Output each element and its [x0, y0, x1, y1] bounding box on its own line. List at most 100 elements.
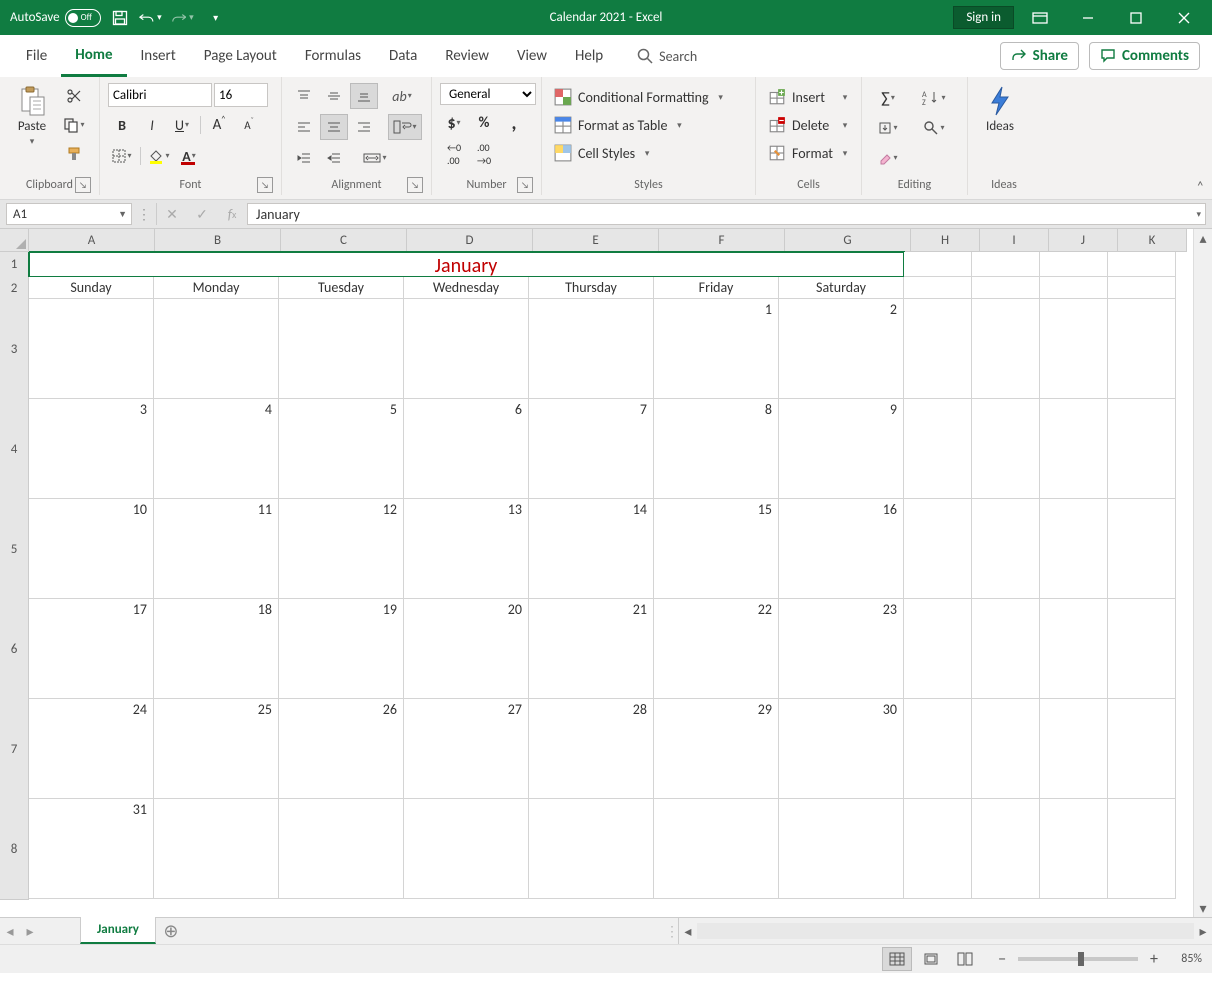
save-icon[interactable]: [107, 5, 133, 31]
cell-C2[interactable]: Tuesday: [279, 277, 404, 299]
col-header-J[interactable]: J: [1049, 229, 1118, 252]
wrap-text-button[interactable]: ▾: [388, 114, 422, 140]
cell-A2[interactable]: Sunday: [29, 277, 154, 299]
conditional-formatting-button[interactable]: Conditional Formatting▾: [550, 85, 731, 109]
borders-button[interactable]: ▾: [108, 143, 136, 169]
cell-H2[interactable]: [904, 277, 972, 299]
cell-E2[interactable]: Thursday: [529, 277, 654, 299]
cell-I5[interactable]: [972, 499, 1040, 599]
font-color-button[interactable]: A▾: [175, 143, 203, 169]
sort-filter-button[interactable]: AZ▾: [916, 85, 952, 111]
align-right-button[interactable]: [350, 114, 378, 140]
align-left-button[interactable]: [290, 114, 318, 140]
cell-G5[interactable]: 16: [779, 499, 904, 599]
col-header-I[interactable]: I: [980, 229, 1049, 252]
cell-E8[interactable]: [529, 799, 654, 899]
cell-H4[interactable]: [904, 399, 972, 499]
scroll-up-button[interactable]: ▴: [1194, 229, 1212, 247]
merge-center-button[interactable]: ▾: [358, 145, 392, 171]
cell-I1[interactable]: [972, 252, 1040, 277]
cell-C7[interactable]: 26: [279, 699, 404, 799]
align-middle-button[interactable]: [320, 83, 348, 109]
underline-button[interactable]: U▾: [168, 112, 196, 138]
page-break-view-button[interactable]: [950, 947, 980, 971]
italic-button[interactable]: I: [138, 112, 166, 138]
percent-format-button[interactable]: %: [470, 110, 498, 136]
scroll-right-button[interactable]: ▸: [1194, 918, 1212, 944]
font-name-input[interactable]: [108, 83, 212, 107]
tab-data[interactable]: Data: [375, 35, 431, 77]
col-header-H[interactable]: H: [911, 229, 980, 252]
cell-J2[interactable]: [1040, 277, 1108, 299]
cell-J3[interactable]: [1040, 299, 1108, 399]
cell-K8[interactable]: [1108, 799, 1176, 899]
insert-cells-button[interactable]: Insert▾: [764, 85, 855, 109]
cell-E4[interactable]: 7: [529, 399, 654, 499]
cell-C8[interactable]: [279, 799, 404, 899]
decrease-indent-button[interactable]: [290, 145, 318, 171]
col-header-K[interactable]: K: [1118, 229, 1187, 252]
accounting-format-button[interactable]: $▾: [440, 110, 468, 136]
fill-button[interactable]: ▾: [870, 115, 906, 141]
cell-A5[interactable]: 10: [29, 499, 154, 599]
cell-A8[interactable]: 31: [29, 799, 154, 899]
number-format-select[interactable]: General: [440, 83, 536, 105]
name-box[interactable]: A1▼: [6, 203, 132, 225]
find-select-button[interactable]: ▾: [916, 115, 952, 141]
cell-I4[interactable]: [972, 399, 1040, 499]
comments-button[interactable]: Comments: [1089, 42, 1200, 70]
select-all-corner[interactable]: [0, 229, 29, 252]
row-header-8[interactable]: 8: [0, 799, 29, 900]
cell-B3[interactable]: [154, 299, 279, 399]
cell-I8[interactable]: [972, 799, 1040, 899]
vertical-scrollbar[interactable]: ▴ ▾: [1193, 229, 1212, 917]
enter-formula-button[interactable]: ✓: [187, 203, 217, 225]
col-header-F[interactable]: F: [659, 229, 785, 252]
col-header-B[interactable]: B: [155, 229, 281, 252]
cell-A7[interactable]: 24: [29, 699, 154, 799]
row-header-4[interactable]: 4: [0, 399, 29, 500]
align-center-button[interactable]: [320, 114, 348, 140]
cell-B2[interactable]: Monday: [154, 277, 279, 299]
scroll-down-button[interactable]: ▾: [1194, 899, 1212, 917]
col-header-D[interactable]: D: [407, 229, 533, 252]
row-header-1[interactable]: 1: [0, 252, 29, 278]
zoom-in-button[interactable]: +: [1150, 950, 1158, 969]
autosum-button[interactable]: ∑▾: [870, 85, 906, 111]
redo-button[interactable]: ▾: [171, 5, 197, 31]
sheet-nav-prev[interactable]: ◂: [0, 918, 20, 944]
autosave-toggle[interactable]: AutoSave Off: [10, 9, 101, 27]
cell-D4[interactable]: 6: [404, 399, 529, 499]
orientation-button[interactable]: ab▾: [388, 83, 416, 109]
cell-G2[interactable]: Saturday: [779, 277, 904, 299]
cell-K4[interactable]: [1108, 399, 1176, 499]
zoom-slider[interactable]: [1018, 957, 1138, 961]
fill-color-button[interactable]: ▾: [145, 143, 173, 169]
shrink-font-button[interactable]: Aˇ: [235, 112, 263, 138]
maximize-button[interactable]: [1114, 0, 1158, 35]
number-launcher[interactable]: ↘: [517, 177, 533, 193]
grow-font-button[interactable]: A^: [205, 112, 233, 138]
cell-J5[interactable]: [1040, 499, 1108, 599]
format-cells-button[interactable]: Format▾: [764, 141, 855, 165]
cell-D2[interactable]: Wednesday: [404, 277, 529, 299]
row-header-5[interactable]: 5: [0, 499, 29, 600]
cell-C6[interactable]: 19: [279, 599, 404, 699]
format-painter-button[interactable]: [60, 141, 88, 167]
paste-button[interactable]: Paste ▾: [8, 81, 56, 147]
comma-format-button[interactable]: ,: [500, 110, 528, 136]
tab-help[interactable]: Help: [561, 35, 617, 77]
cell-A3[interactable]: [29, 299, 154, 399]
row-header-2[interactable]: 2: [0, 277, 29, 300]
align-bottom-button[interactable]: [350, 83, 378, 109]
cell-K7[interactable]: [1108, 699, 1176, 799]
bold-button[interactable]: B: [108, 112, 136, 138]
clipboard-launcher[interactable]: ↘: [75, 177, 91, 193]
scroll-left-button[interactable]: ◂: [679, 918, 697, 944]
font-launcher[interactable]: ↘: [257, 177, 273, 193]
ideas-button[interactable]: Ideas: [976, 81, 1024, 134]
cell-B4[interactable]: 4: [154, 399, 279, 499]
cell-K5[interactable]: [1108, 499, 1176, 599]
row-header-7[interactable]: 7: [0, 699, 29, 800]
decrease-decimal-button[interactable]: .00→0: [470, 141, 498, 167]
